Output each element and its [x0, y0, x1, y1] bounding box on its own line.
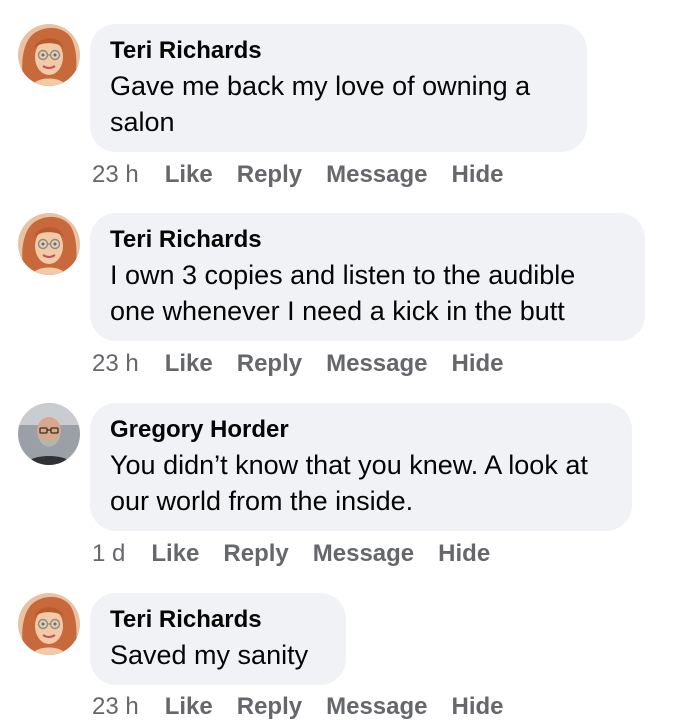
comment-author[interactable]: Teri Richards: [110, 36, 567, 66]
hide-button[interactable]: Hide: [438, 540, 490, 567]
comment-text: I own 3 copies and listen to the audible…: [110, 260, 576, 326]
reply-button[interactable]: Reply: [237, 350, 302, 377]
woman-avatar-icon: [18, 213, 80, 275]
profile-avatar[interactable]: [18, 213, 80, 275]
profile-avatar[interactable]: [18, 24, 80, 86]
comment-text: Saved my sanity: [110, 640, 309, 670]
comment-text: Gave me back my love of owning a salon: [110, 71, 531, 137]
like-button[interactable]: Like: [165, 693, 213, 720]
comment-actions: 1 d Like Reply Message Hide: [92, 539, 514, 569]
comment-bubble: Teri Richards I own 3 copies and listen …: [90, 213, 645, 341]
woman-avatar-icon: [18, 24, 80, 86]
hide-button[interactable]: Hide: [452, 161, 504, 188]
hide-button[interactable]: Hide: [452, 350, 504, 377]
message-button[interactable]: Message: [326, 693, 427, 720]
woman-avatar-icon: [18, 593, 80, 655]
comment-bubble: Teri Richards Saved my sanity: [90, 593, 346, 685]
comment-bubble: Teri Richards Gave me back my love of ow…: [90, 24, 587, 152]
comment-author[interactable]: Teri Richards: [110, 225, 625, 255]
comment-author[interactable]: Gregory Horder: [110, 415, 612, 445]
comment-timestamp[interactable]: 23 h: [92, 161, 139, 188]
comment-author[interactable]: Teri Richards: [110, 605, 326, 635]
message-button[interactable]: Message: [326, 161, 427, 188]
message-button[interactable]: Message: [326, 350, 427, 377]
comment-timestamp[interactable]: 23 h: [92, 350, 139, 377]
comment-text: You didn’t know that you knew. A look at…: [110, 450, 588, 516]
reply-button[interactable]: Reply: [237, 693, 302, 720]
comment-timestamp[interactable]: 1 d: [92, 540, 125, 567]
comment-bubble: Gregory Horder You didn’t know that you …: [90, 403, 632, 531]
message-button[interactable]: Message: [313, 540, 414, 567]
comment-actions: 23 h Like Reply Message Hide: [92, 692, 528, 722]
hide-button[interactable]: Hide: [452, 693, 504, 720]
reply-button[interactable]: Reply: [237, 161, 302, 188]
reply-button[interactable]: Reply: [223, 540, 288, 567]
profile-avatar[interactable]: [18, 593, 80, 655]
profile-avatar[interactable]: [18, 403, 80, 465]
comment-actions: 23 h Like Reply Message Hide: [92, 160, 528, 190]
man-avatar-icon: [18, 403, 80, 465]
like-button[interactable]: Like: [165, 161, 213, 188]
comment-timestamp[interactable]: 23 h: [92, 693, 139, 720]
like-button[interactable]: Like: [165, 350, 213, 377]
like-button[interactable]: Like: [151, 540, 199, 567]
comment-actions: 23 h Like Reply Message Hide: [92, 349, 528, 379]
